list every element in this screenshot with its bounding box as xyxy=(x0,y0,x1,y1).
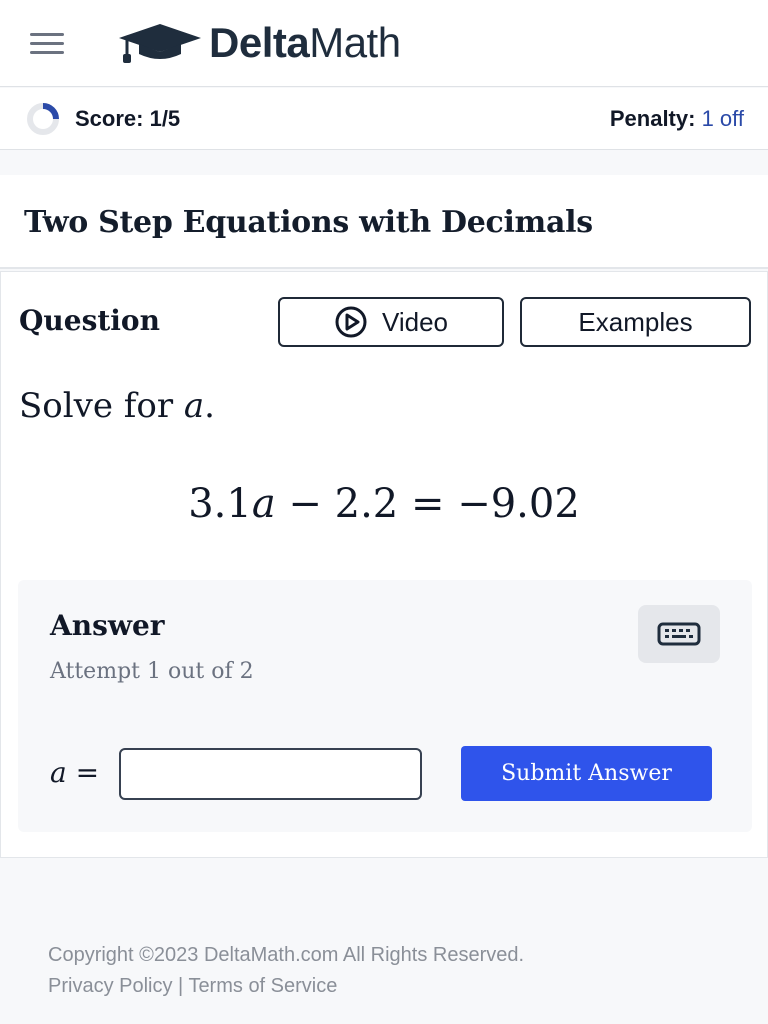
video-label: Video xyxy=(381,306,449,337)
page-title: Two Step Equations with Decimals xyxy=(24,205,593,240)
question-heading: Question xyxy=(19,304,160,337)
top-bar: DeltaMath xyxy=(0,0,768,87)
footer: Copyright ©2023 DeltaMath.com All Rights… xyxy=(48,940,524,1002)
attempt-counter: Attempt 1 out of 2 xyxy=(50,659,254,684)
terms-of-service-link[interactable]: Terms of Service xyxy=(188,975,337,997)
penalty-indicator: Penalty: 1 off xyxy=(610,105,744,133)
keyboard-icon xyxy=(657,622,701,646)
answer-panel: Answer Attempt 1 out of 2 a = Submit Ans… xyxy=(18,580,752,832)
question-card: Question Video Examples Solve for a. 3.1… xyxy=(0,271,768,858)
answer-input[interactable] xyxy=(119,748,422,800)
answer-variable-label: a = xyxy=(50,756,100,789)
progress-ring-icon xyxy=(27,103,59,135)
copyright-text: Copyright ©2023 DeltaMath.com All Rights… xyxy=(48,944,525,966)
submit-answer-button[interactable]: Submit Answer xyxy=(461,746,712,801)
penalty-value: 1 off xyxy=(701,106,744,131)
play-circle-icon xyxy=(335,306,367,338)
answer-heading: Answer xyxy=(50,609,165,642)
footer-separator: | xyxy=(172,975,189,997)
score-label: Score: 1/5 xyxy=(75,106,181,131)
footer-links: Privacy Policy | Terms of Service xyxy=(48,971,524,1002)
brand-name: DeltaMath xyxy=(209,19,401,66)
privacy-policy-link[interactable]: Privacy Policy xyxy=(48,975,172,997)
hamburger-menu-icon[interactable] xyxy=(30,33,64,55)
equation: 3.1a − 2.2 = −9.02 xyxy=(188,481,580,527)
video-button[interactable]: Video xyxy=(278,297,504,347)
penalty-label: Penalty: xyxy=(609,106,696,131)
deltamath-logo[interactable]: DeltaMath xyxy=(117,20,401,66)
question-prompt: Solve for a. xyxy=(19,386,215,426)
examples-button[interactable]: Examples xyxy=(520,297,751,347)
keyboard-toggle-button[interactable] xyxy=(638,605,720,663)
assignment-title-card: Two Step Equations with Decimals xyxy=(0,175,768,269)
score-bar: Score: 1/5 Penalty: 1 off xyxy=(0,88,768,150)
graduation-cap-icon xyxy=(119,24,201,63)
